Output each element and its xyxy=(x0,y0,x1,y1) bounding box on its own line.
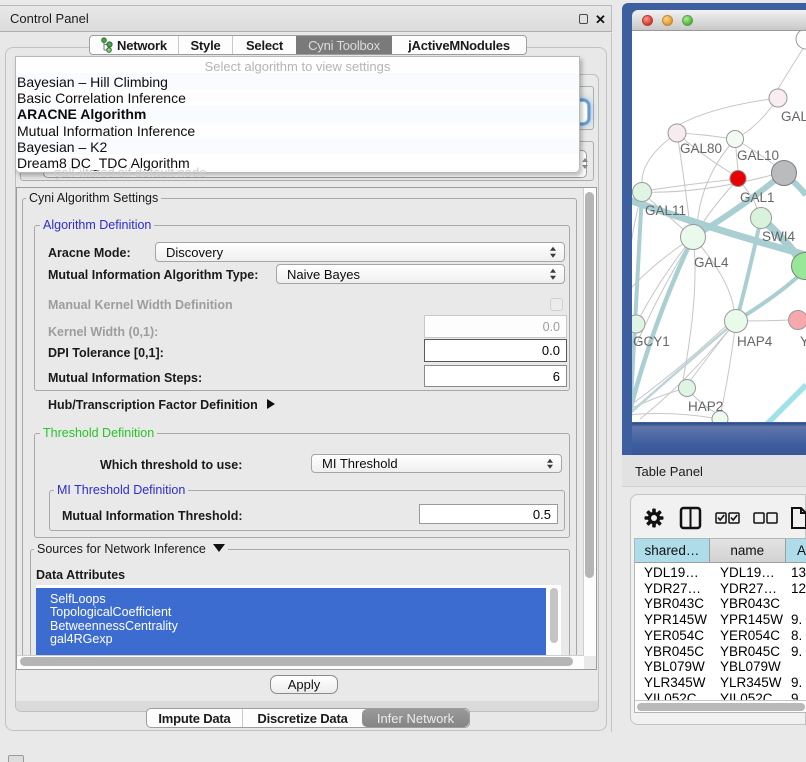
svg-text:HAP2: HAP2 xyxy=(688,399,723,414)
svg-text:GAL1: GAL1 xyxy=(740,190,775,205)
svg-text:GAL80: GAL80 xyxy=(680,141,722,156)
svg-text:GCY1: GCY1 xyxy=(633,334,670,349)
svg-text:GAL10: GAL10 xyxy=(737,148,779,163)
svg-text:Y: Y xyxy=(800,334,806,349)
svg-text:GAL4: GAL4 xyxy=(694,255,729,270)
svg-text:GAL11: GAL11 xyxy=(645,203,686,218)
svg-text:SWI4: SWI4 xyxy=(762,229,795,244)
svg-text:GAL2: GAL2 xyxy=(781,109,806,124)
svg-text:HAP4: HAP4 xyxy=(737,334,773,349)
